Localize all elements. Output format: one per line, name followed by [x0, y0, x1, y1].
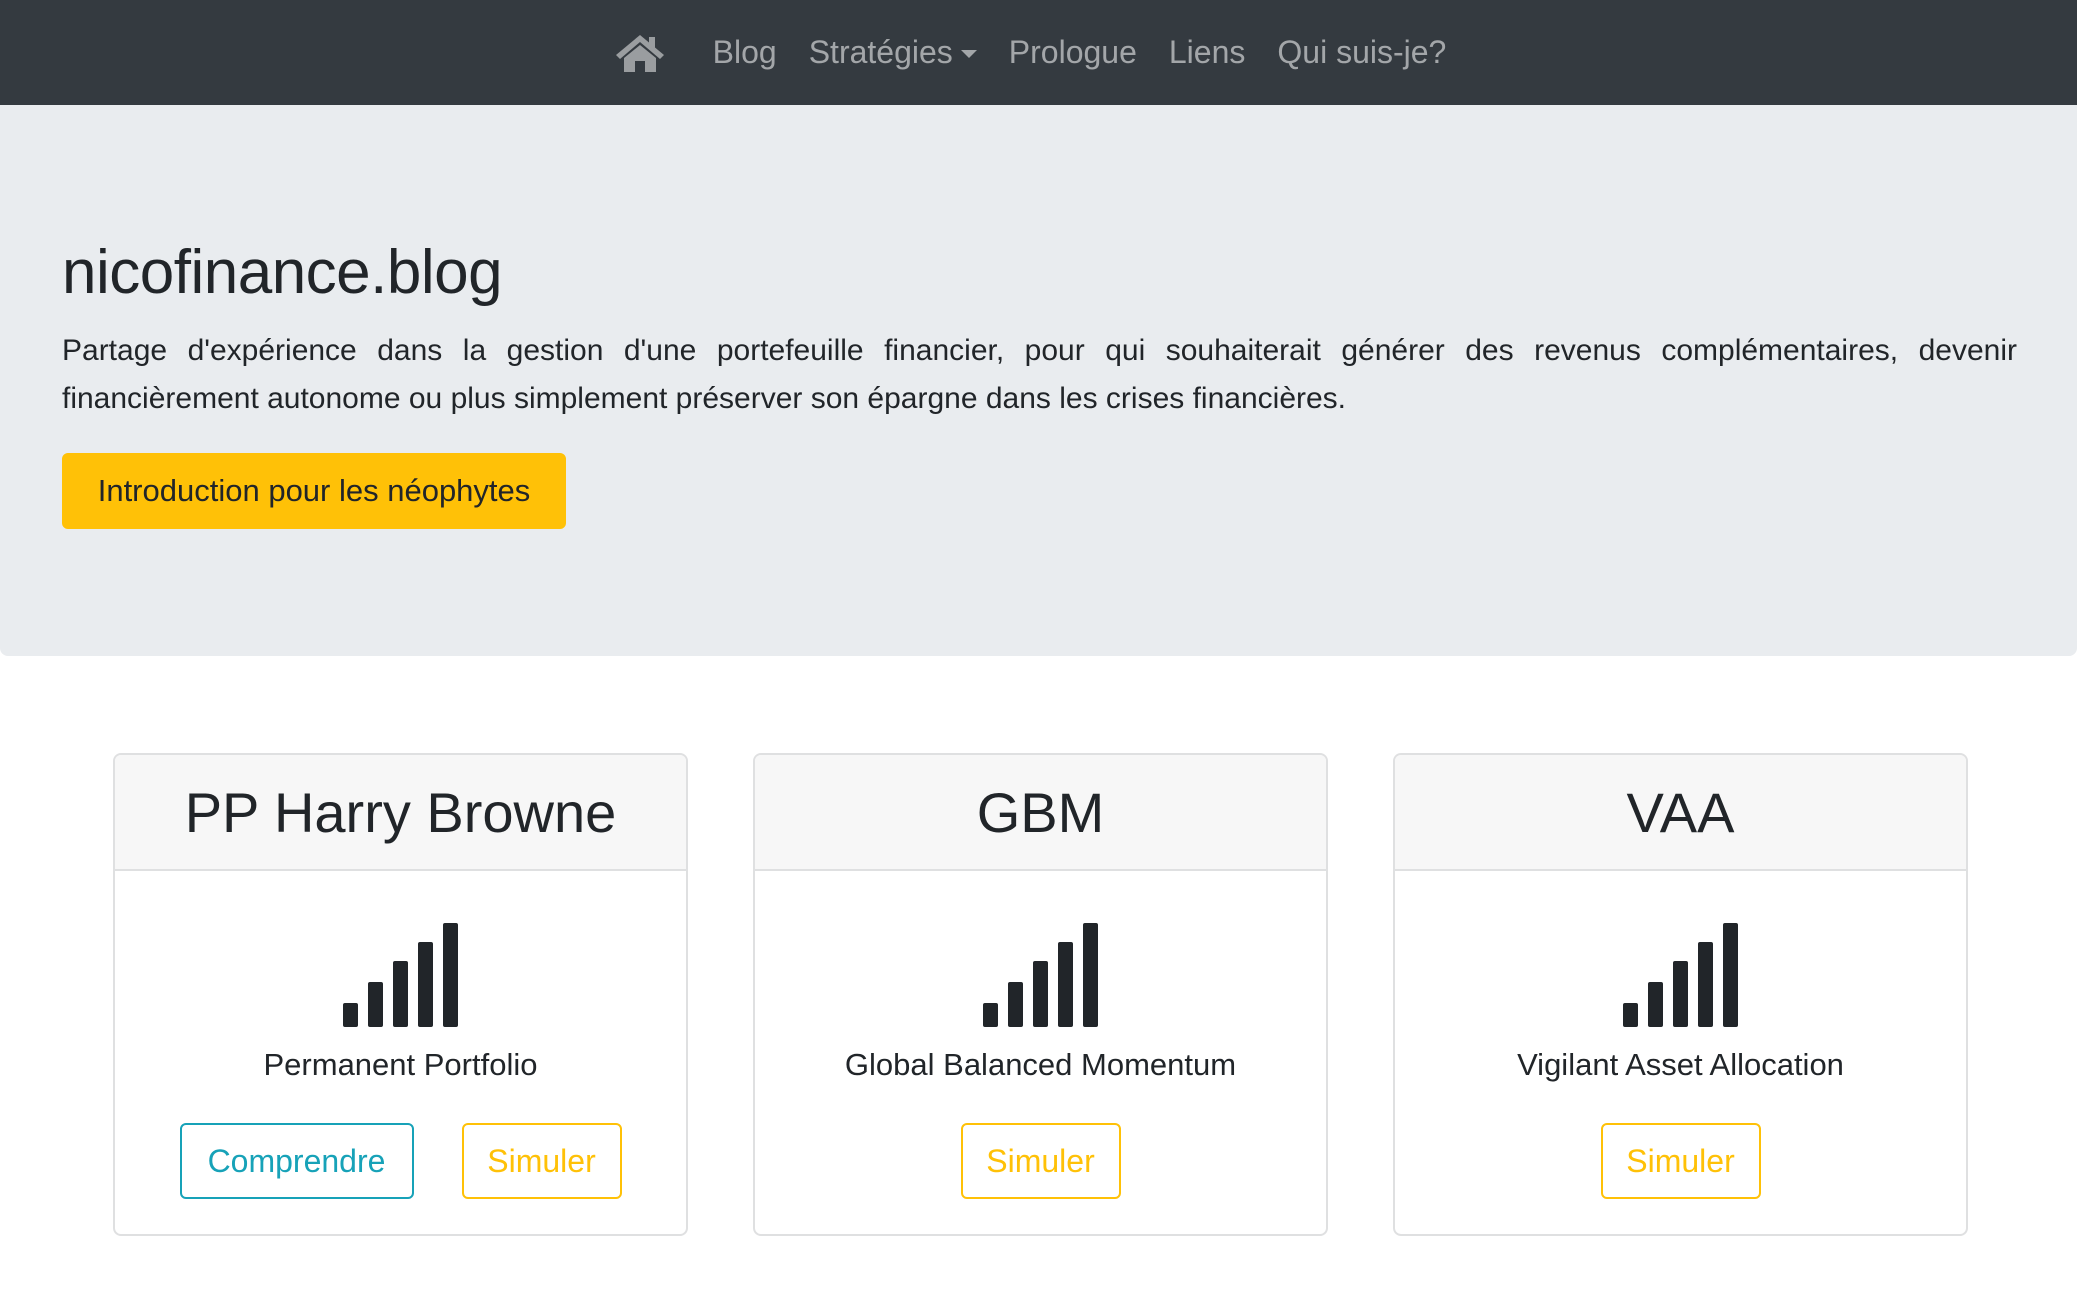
- strategy-cards: PP Harry Browne Permanent Portfolio Comp…: [0, 753, 2077, 1236]
- top-navbar: Blog Stratégies Prologue Liens Qui suis-…: [0, 0, 2077, 105]
- card-body: Vigilant Asset Allocation Simuler: [1395, 871, 1966, 1234]
- nav-link-blog[interactable]: Blog: [697, 34, 793, 71]
- card-subtitle: Permanent Portfolio: [263, 1047, 538, 1082]
- nav-menu: Blog Stratégies Prologue Liens Qui suis-…: [615, 32, 1463, 74]
- nav-link-label: Qui suis-je?: [1277, 34, 1447, 70]
- card-header: PP Harry Browne: [115, 755, 686, 871]
- site-title: nicofinance.blog: [62, 238, 503, 307]
- card-header: GBM: [755, 755, 1326, 871]
- card-title: VAA: [1626, 780, 1735, 844]
- card-actions: Simuler: [755, 1123, 1326, 1199]
- card-body: Global Balanced Momentum Simuler: [755, 871, 1326, 1234]
- hero-lead-text: Partage d'expérience dans la gestion d'u…: [62, 334, 2017, 415]
- hero-jumbotron: nicofinance.blog Partage d'expérience da…: [0, 105, 2077, 656]
- simuler-button[interactable]: Simuler: [960, 1123, 1121, 1199]
- simuler-button[interactable]: Simuler: [1600, 1123, 1761, 1199]
- nav-link-liens[interactable]: Liens: [1153, 34, 1262, 71]
- nav-link-label: Blog: [712, 34, 777, 70]
- simuler-button[interactable]: Simuler: [461, 1123, 622, 1199]
- strategy-card-pp: PP Harry Browne Permanent Portfolio Comp…: [113, 753, 688, 1236]
- comprendre-button[interactable]: Comprendre: [179, 1123, 414, 1199]
- home-icon: [615, 34, 664, 72]
- card-actions: Simuler: [1395, 1123, 1966, 1199]
- card-title: PP Harry Browne: [184, 780, 617, 844]
- nav-link-qui-suis-je[interactable]: Qui suis-je?: [1261, 34, 1462, 71]
- intro-neophytes-button[interactable]: Introduction pour les néophytes: [62, 453, 566, 529]
- card-actions: Comprendre Simuler: [115, 1123, 686, 1199]
- signal-bars-icon: [342, 923, 458, 1027]
- card-subtitle: Global Balanced Momentum: [844, 1047, 1237, 1082]
- strategy-card-vaa: VAA Vigilant Asset Allocation Simuler: [1393, 753, 1968, 1236]
- nav-link-label: Stratégies: [808, 34, 953, 70]
- nav-dropdown-strategies[interactable]: Stratégies: [793, 34, 993, 71]
- card-subtitle: Vigilant Asset Allocation: [1517, 1047, 1844, 1082]
- card-title: GBM: [976, 780, 1105, 844]
- home-link[interactable]: [615, 32, 665, 74]
- card-header: VAA: [1395, 755, 1966, 871]
- strategy-card-gbm: GBM Global Balanced Momentum Simuler: [753, 753, 1328, 1236]
- caret-down-icon: [960, 49, 977, 58]
- signal-bars-icon: [982, 923, 1098, 1027]
- nav-link-label: Prologue: [1008, 34, 1137, 70]
- nav-link-prologue[interactable]: Prologue: [993, 34, 1153, 71]
- nav-link-label: Liens: [1168, 34, 1246, 70]
- signal-bars-icon: [1622, 923, 1738, 1027]
- card-body: Permanent Portfolio Comprendre Simuler: [115, 871, 686, 1234]
